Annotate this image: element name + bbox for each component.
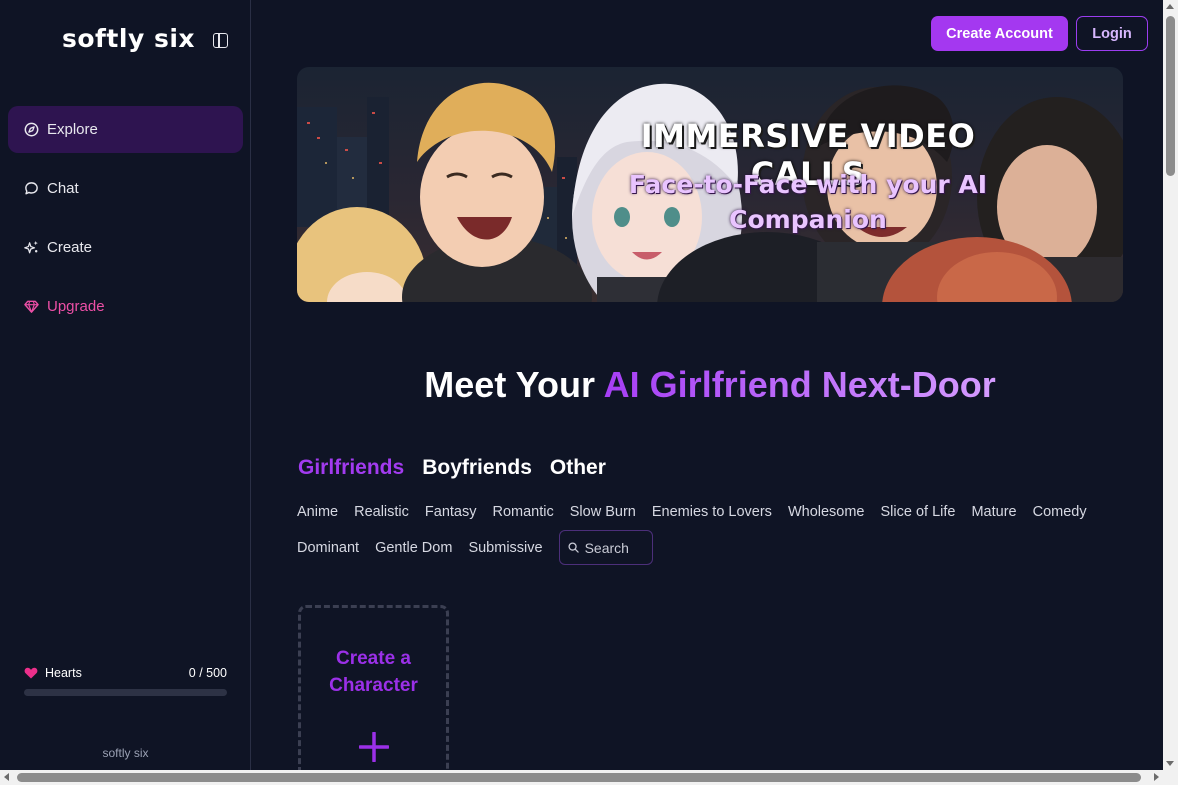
sidebar-toggle-icon[interactable] — [213, 33, 228, 48]
headline-accent: AI Girlfriend Next-Door — [603, 364, 996, 405]
brand-logo[interactable]: softly six — [62, 24, 195, 53]
sidebar-item-label: Chat — [47, 180, 79, 197]
hearts-label: Hearts — [45, 666, 82, 680]
sidebar-item-upgrade[interactable]: Upgrade — [8, 283, 243, 330]
create-card-title: Create a Character — [329, 648, 418, 696]
search-icon — [568, 542, 579, 553]
compass-icon — [24, 122, 39, 137]
sidebar-item-chat[interactable]: Chat — [8, 165, 243, 212]
tab-girlfriends[interactable]: Girlfriends — [298, 456, 404, 480]
search-placeholder: Search — [584, 539, 629, 556]
tag-wholesome[interactable]: Wholesome — [788, 500, 865, 524]
heart-icon — [24, 667, 38, 679]
tab-boyfriends[interactable]: Boyfriends — [422, 456, 532, 480]
headline-prefix: Meet Your — [424, 364, 604, 405]
tag-realistic[interactable]: Realistic — [354, 500, 409, 524]
hearts-count: 0 / 500 — [188, 666, 227, 680]
sidebar-item-label: Create — [47, 239, 93, 256]
sidebar-nav: Explore Chat Create Upgrade — [8, 106, 243, 342]
scrollbar-corner — [1163, 770, 1178, 785]
tag-romantic[interactable]: Romantic — [493, 500, 554, 524]
sidebar-item-label: Explore — [47, 121, 98, 138]
login-button[interactable]: Login — [1076, 16, 1148, 51]
sidebar-item-explore[interactable]: Explore — [8, 106, 243, 153]
sidebar-item-label: Upgrade — [47, 298, 105, 315]
sparkles-icon — [24, 240, 39, 255]
banner-subtitle: Face-to-Face with your AI Companion — [628, 170, 988, 234]
tag-slow-burn[interactable]: Slow Burn — [570, 500, 636, 524]
tag-fantasy[interactable]: Fantasy — [425, 500, 477, 524]
app-viewport: softly six Explore Chat Create Upgrade H… — [0, 0, 1163, 770]
sidebar-footer: softly six — [102, 746, 149, 760]
category-tabs: Girlfriends Boyfriends Other — [298, 456, 624, 480]
tag-search-input[interactable]: Search — [558, 530, 653, 565]
hearts-meter: Hearts 0 / 500 — [24, 666, 227, 696]
vertical-scroll-thumb[interactable] — [1166, 16, 1175, 176]
vertical-scrollbar[interactable] — [1163, 0, 1178, 770]
tag-dominant[interactable]: Dominant — [297, 536, 359, 560]
tag-filters: Anime Realistic Fantasy Romantic Slow Bu… — [297, 500, 1127, 565]
tag-submissive[interactable]: Submissive — [468, 536, 542, 560]
sidebar-item-create[interactable]: Create — [8, 224, 243, 271]
hearts-progress-bar — [24, 689, 227, 696]
scroll-left-arrow-icon[interactable] — [4, 773, 9, 781]
tag-comedy[interactable]: Comedy — [1033, 500, 1087, 524]
plus-icon — [359, 732, 389, 762]
scroll-down-arrow-icon[interactable] — [1166, 761, 1174, 766]
tag-mature[interactable]: Mature — [971, 500, 1016, 524]
create-character-card[interactable]: Create a Character — [298, 605, 449, 770]
sidebar: softly six Explore Chat Create Upgrade H… — [0, 0, 251, 770]
tag-enemies-to-lovers[interactable]: Enemies to Lovers — [652, 500, 772, 524]
scroll-right-arrow-icon[interactable] — [1154, 773, 1159, 781]
tab-other[interactable]: Other — [550, 456, 606, 480]
horizontal-scroll-thumb[interactable] — [17, 773, 1141, 782]
tag-anime[interactable]: Anime — [297, 500, 338, 524]
chat-bubble-icon — [24, 181, 39, 196]
tag-gentle-dom[interactable]: Gentle Dom — [375, 536, 452, 560]
tag-slice-of-life[interactable]: Slice of Life — [881, 500, 956, 524]
scroll-up-arrow-icon[interactable] — [1166, 4, 1174, 9]
promo-banner[interactable]: IMMERSIVE VIDEO CALLS Face-to-Face with … — [297, 67, 1123, 302]
gem-icon — [24, 299, 39, 314]
horizontal-scrollbar[interactable] — [0, 770, 1163, 785]
create-account-button[interactable]: Create Account — [931, 16, 1068, 51]
page-headline: Meet Your AI Girlfriend Next-Door — [297, 364, 1123, 406]
